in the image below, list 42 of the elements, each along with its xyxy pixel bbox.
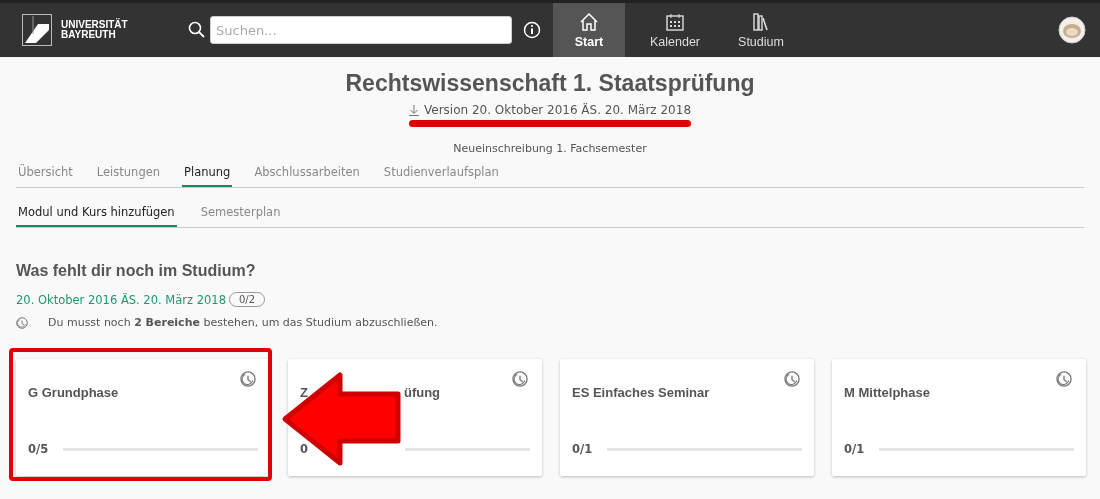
info-icon[interactable] [523, 21, 541, 39]
subtab[interactable]: Semesterplan [198, 201, 283, 227]
module-card[interactable]: G Grundphase 0/5 [16, 359, 270, 476]
books-icon [751, 11, 771, 32]
card-title: G Grundphase [28, 385, 119, 400]
progress-count: 0 [300, 442, 309, 456]
calendar-icon [665, 11, 685, 32]
module-card[interactable]: ES Einfaches Seminar 0/1 [560, 359, 814, 476]
nav-tab[interactable]: Studium [725, 3, 797, 57]
logo-text: BAYREUTH [61, 30, 117, 40]
nav-tab[interactable]: Kalender [639, 3, 711, 57]
logo-text: UNIVERSITÄT [61, 20, 128, 30]
page-title: Rechtswissenschaft 1. Staatsprüfung [344, 70, 756, 97]
version-date: 20. Oktober 2016 ÄS. 20. März 2018 [16, 292, 226, 307]
clock-icon [512, 371, 528, 387]
info-text: Du musst noch 2 Bereiche bestehen, um das Studium abzuschließen. [48, 316, 438, 329]
tab[interactable]: Planung [182, 161, 233, 187]
subtitle: Neueinschreibung 1. Fachsemester [452, 142, 648, 155]
search-icon[interactable] [188, 21, 206, 39]
avatar-icon[interactable] [1058, 16, 1086, 44]
card-title: üfung [403, 385, 441, 400]
progress-count: 0/1 [572, 442, 592, 456]
download-icon [409, 104, 419, 116]
subtab[interactable]: Modul und Kurs hinzufügen [16, 201, 177, 227]
clock-icon [784, 371, 800, 387]
card-title: M Mittelphase [844, 385, 930, 400]
section-heading: Was fehlt dir noch im Studium? [16, 262, 257, 280]
nav-tab[interactable]: Start [553, 3, 625, 57]
tab[interactable]: Abschlussarbeiten [252, 161, 362, 187]
clock-icon [240, 371, 256, 387]
search-field[interactable]: Suchen... [210, 16, 512, 44]
progress-count: 0/1 [844, 442, 864, 456]
card-title: ES Einfaches Seminar [572, 385, 710, 400]
module-card[interactable]: M Mittelphase 0/1 [832, 359, 1086, 476]
clock-icon [16, 316, 28, 329]
home-icon [579, 11, 599, 32]
clock-icon [1056, 371, 1072, 387]
arrow-icon [280, 371, 402, 468]
logo-icon [22, 14, 52, 46]
progress-count: 0/5 [28, 442, 48, 456]
tab[interactable]: Studienverlaufsplan [381, 161, 501, 187]
card-title: Z [300, 385, 308, 400]
